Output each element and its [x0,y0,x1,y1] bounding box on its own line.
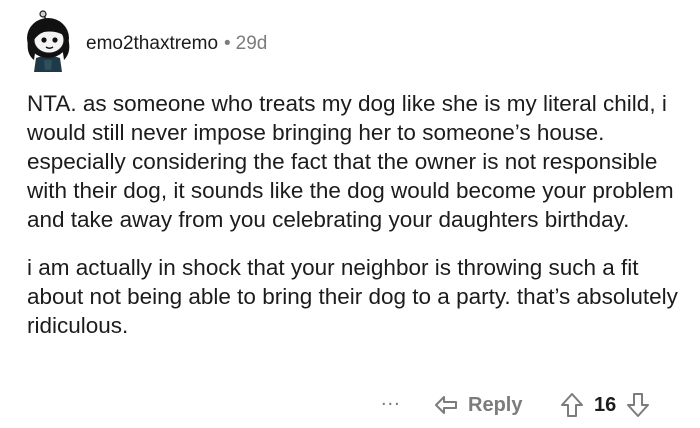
username-link[interactable]: emo2thaxtremo [86,33,218,54]
meta-separator: • [224,33,231,54]
comment-actions: ... Reply 16 [0,388,700,422]
comment-body: NTA. as someone who treats my dog like s… [27,89,687,359]
comment-paragraph: i am actually in shock that your neighbo… [27,255,678,338]
vote-score: 16 [594,393,617,416]
more-options-button[interactable]: ... [381,388,401,411]
reply-label: Reply [468,393,523,416]
reply-button[interactable]: Reply [434,390,522,420]
vote-controls: 16 [560,390,650,420]
comment-paragraph: NTA. as someone who treats my dog like s… [27,91,674,232]
comment-age: 29d [235,33,268,54]
reply-arrow-icon [435,396,457,414]
snoo-avatar-icon [27,10,70,72]
comment: emo2thaxtremo • 29d NTA. as someone who tr… [0,0,700,428]
downvote-arrow-icon[interactable] [626,392,650,418]
upvote-arrow-icon[interactable] [560,392,584,418]
comment-meta: emo2thaxtremo • 29d [86,33,267,55]
avatar[interactable] [22,10,74,72]
